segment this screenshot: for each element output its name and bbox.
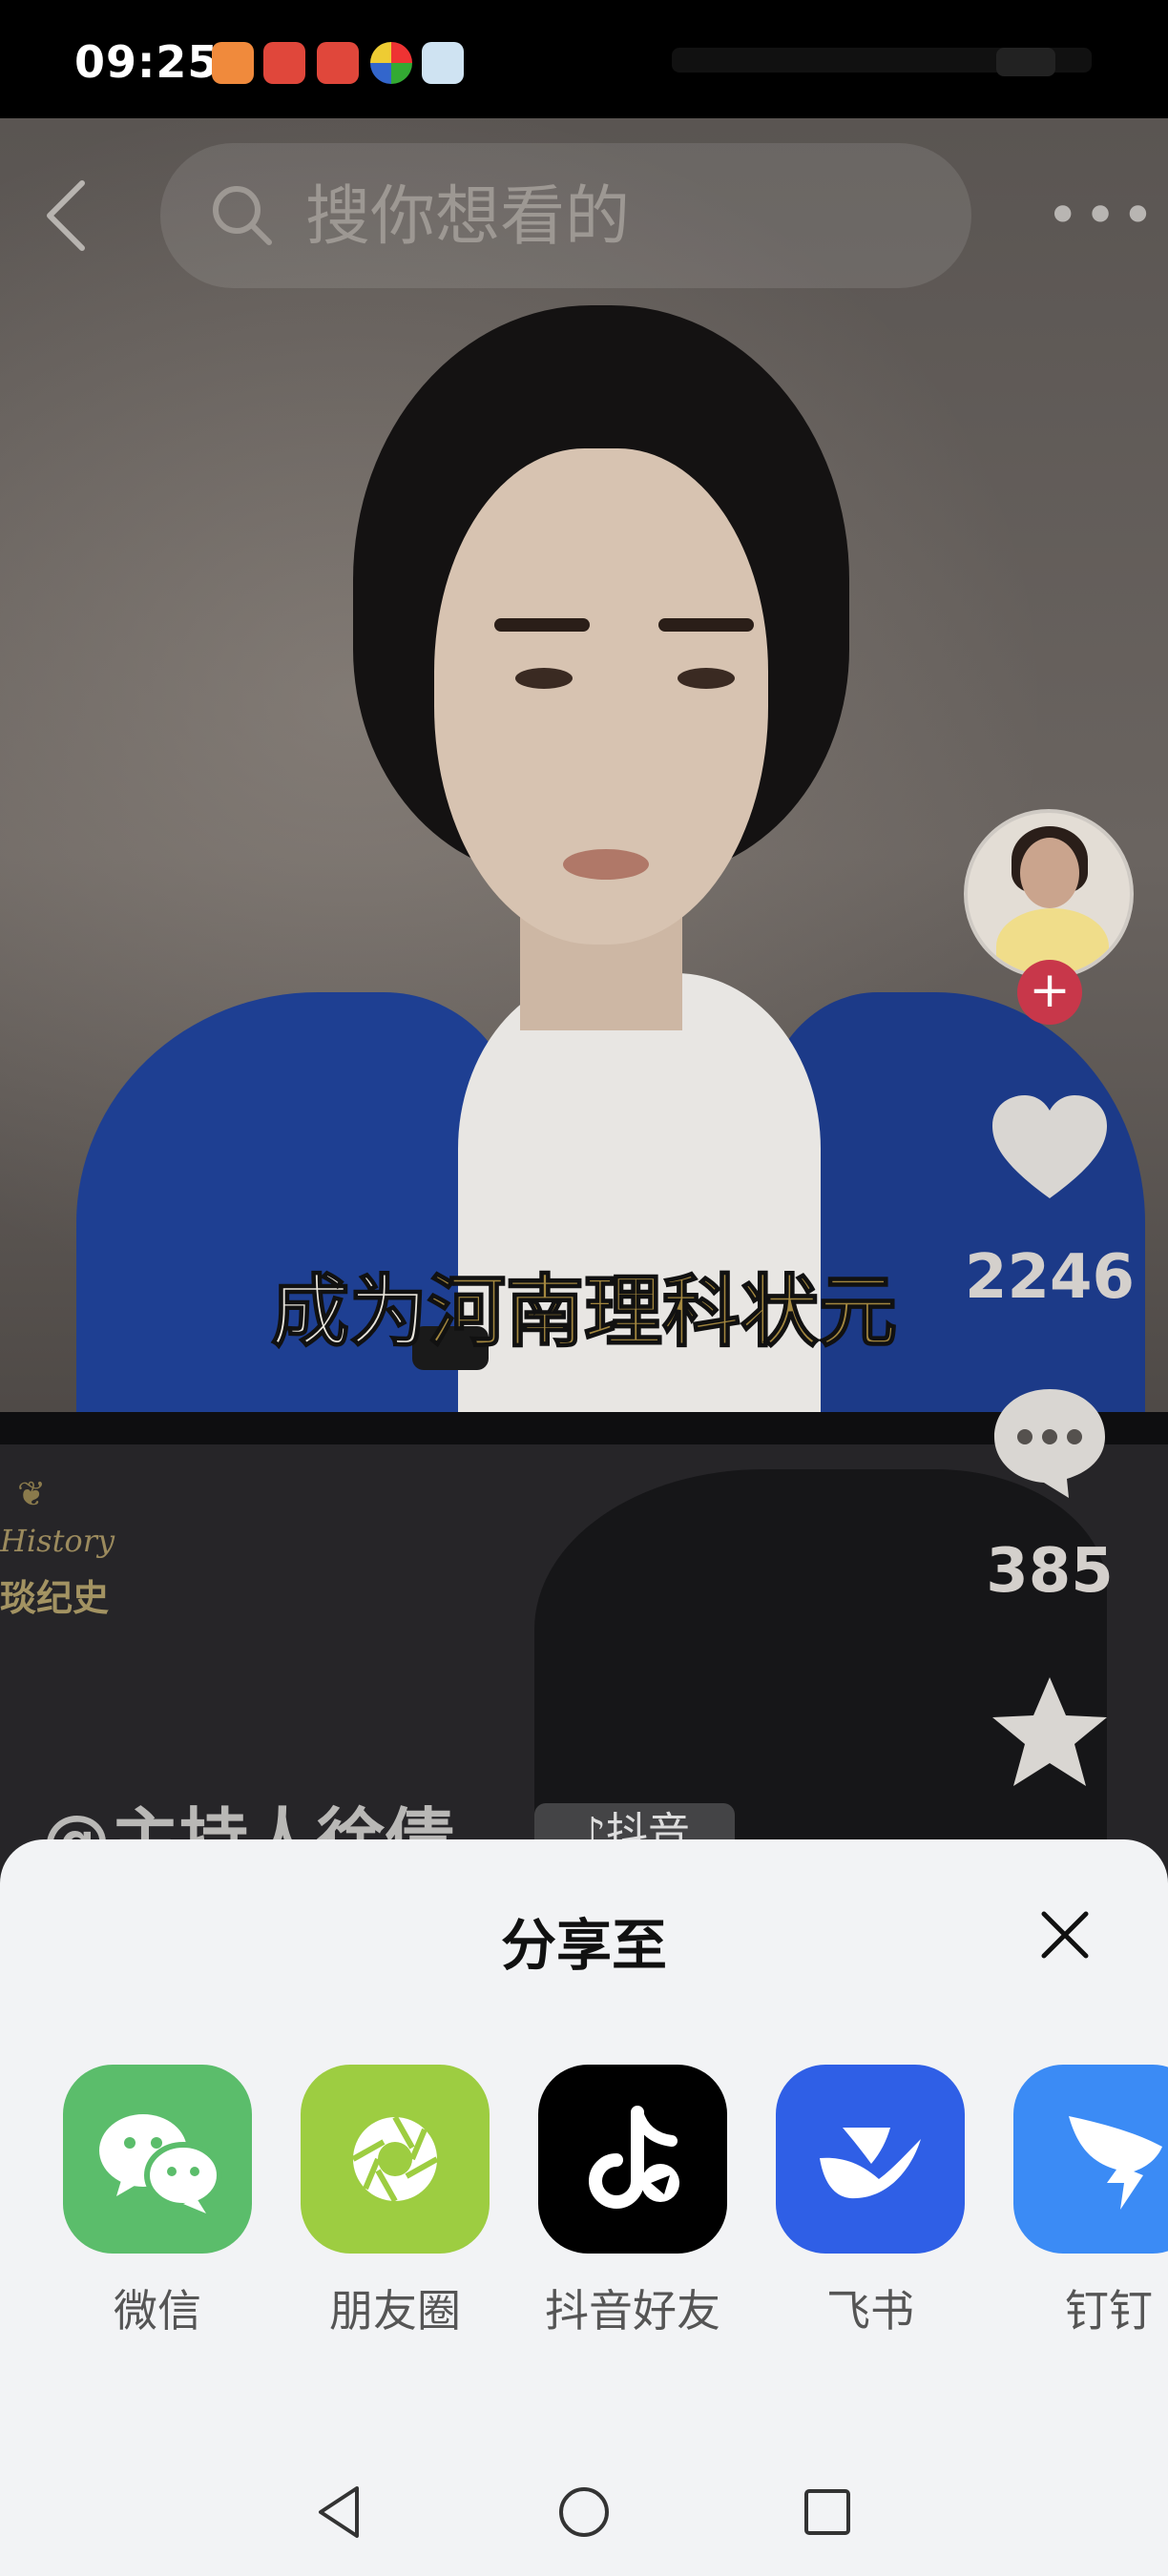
presenter-eye [515, 668, 573, 689]
watermark-tree-icon: ❦ [17, 1475, 47, 1514]
share-sheet-title: 分享至 [500, 1913, 667, 1978]
more-options-icon[interactable]: ••• [1046, 187, 1158, 244]
close-icon[interactable] [1038, 1908, 1092, 1962]
presenter-eye [678, 668, 735, 689]
favorite-star-icon[interactable] [989, 1672, 1111, 1794]
like-heart-icon[interactable] [989, 1088, 1111, 1210]
author-avatar[interactable] [964, 809, 1134, 979]
moments-icon [351, 2115, 439, 2203]
share-moments-label: 朋友圈 [329, 2285, 461, 2337]
share-douyin-friend-button[interactable] [538, 2065, 727, 2254]
watermark-cn: 琰纪史 [0, 1577, 110, 1619]
share-wechat-label: 微信 [114, 2285, 201, 2337]
search-icon [213, 186, 272, 245]
comment-bubble-icon[interactable] [989, 1380, 1111, 1502]
like-count: 2246 [964, 1242, 1136, 1313]
share-feishu-label: 飞书 [826, 2285, 914, 2337]
presenter-brow [494, 618, 590, 632]
share-douyin-friend-label: 抖音好友 [545, 2285, 720, 2337]
feishu-icon [820, 2128, 921, 2199]
avatar-face [1020, 838, 1079, 908]
nav-home-icon[interactable] [554, 2483, 614, 2542]
douyin-icon [589, 2106, 679, 2209]
share-moments-button[interactable] [301, 2065, 490, 2254]
follow-plus-icon[interactable]: + [1017, 960, 1082, 1025]
subtitle-part1: 成为 [270, 1266, 428, 1359]
share-dingtalk-label: 钉钉 [1065, 2285, 1153, 2337]
subtitle-part2: 河南理科状元 [427, 1266, 898, 1359]
search-input[interactable]: 搜你想看的 [305, 181, 630, 254]
notification-app-icon [212, 42, 254, 84]
nav-back-icon[interactable] [311, 2483, 370, 2542]
dingtalk-icon [1069, 2116, 1162, 2210]
status-time: 09:25 [74, 36, 219, 88]
presenter-lips [563, 849, 649, 880]
notification-app-icon [422, 42, 464, 84]
watermark-en: History [0, 1523, 115, 1559]
notification-app-icon [263, 42, 305, 84]
back-arrow-icon[interactable] [42, 177, 90, 254]
battery-icon [996, 48, 1055, 76]
comment-count: 385 [986, 1536, 1114, 1607]
presenter-brow [658, 618, 754, 632]
share-wechat-button[interactable] [63, 2065, 252, 2254]
notification-app-icon [370, 42, 412, 84]
share-dingtalk-button[interactable] [1013, 2065, 1168, 2254]
share-feishu-button[interactable] [776, 2065, 965, 2254]
nav-recents-icon[interactable] [798, 2483, 857, 2542]
notification-app-icon [317, 42, 359, 84]
wechat-icon [99, 2114, 222, 2213]
